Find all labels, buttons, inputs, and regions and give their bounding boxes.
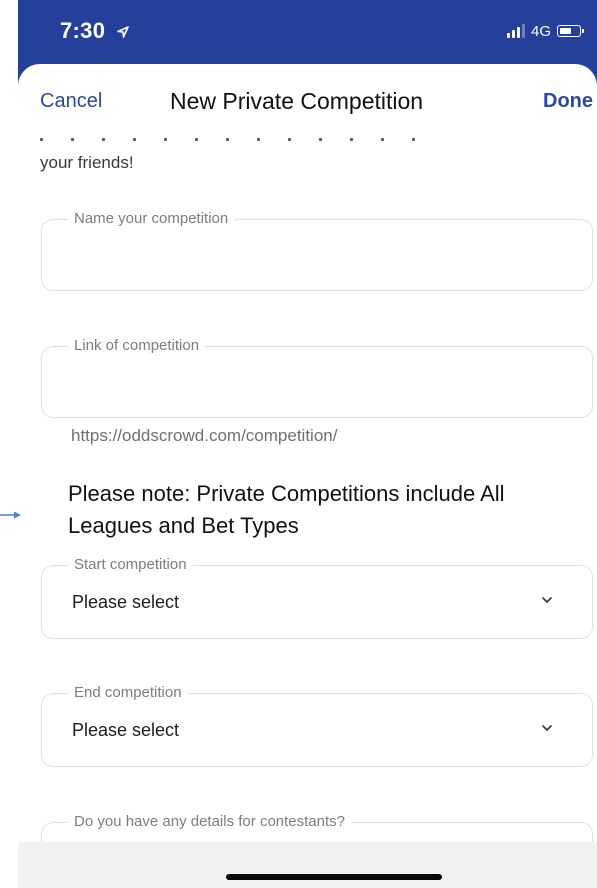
page-title: New Private Competition xyxy=(170,88,424,114)
done-button[interactable]: Done xyxy=(543,90,593,113)
network-label: 4G xyxy=(530,22,551,40)
link-helper-text: https://oddscrowd.com/competition/ xyxy=(71,426,338,445)
contestant-details-label: Do you have any details for contestants? xyxy=(68,813,351,831)
intro-text: your friends! xyxy=(40,153,134,172)
status-time: 7:30 xyxy=(60,18,130,44)
signal-bars-icon xyxy=(506,24,525,38)
competition-name-field[interactable]: Name your competition xyxy=(41,210,593,291)
battery-icon xyxy=(557,25,584,37)
competition-link-field[interactable]: Link of competition xyxy=(41,337,593,418)
start-competition-select[interactable]: Start competition Please select xyxy=(41,556,593,639)
annotation-arrow-icon xyxy=(0,511,21,519)
competition-name-label: Name your competition xyxy=(68,210,235,228)
home-indicator[interactable] xyxy=(226,874,442,880)
location-arrow-icon xyxy=(116,26,129,38)
start-competition-label: Start competition xyxy=(68,556,193,574)
chevron-down-icon xyxy=(542,725,552,731)
clipped-text-line xyxy=(40,128,460,142)
private-competition-note: Please note: Private Competitions includ… xyxy=(68,481,505,538)
start-competition-value: Please select xyxy=(72,592,180,612)
home-bar-area xyxy=(18,842,597,888)
cancel-button[interactable]: Cancel xyxy=(40,90,102,113)
end-competition-select[interactable]: End competition Please select xyxy=(41,684,593,767)
chevron-down-icon xyxy=(542,597,552,603)
status-indicators: 4G xyxy=(506,22,584,40)
status-time-text: 7:30 xyxy=(60,18,106,43)
competition-link-label: Link of competition xyxy=(68,337,206,355)
end-competition-label: End competition xyxy=(68,684,188,702)
end-competition-value: Please select xyxy=(72,720,180,740)
app-screen: 7:30 4G Cancel New Private Competition D… xyxy=(0,0,597,888)
